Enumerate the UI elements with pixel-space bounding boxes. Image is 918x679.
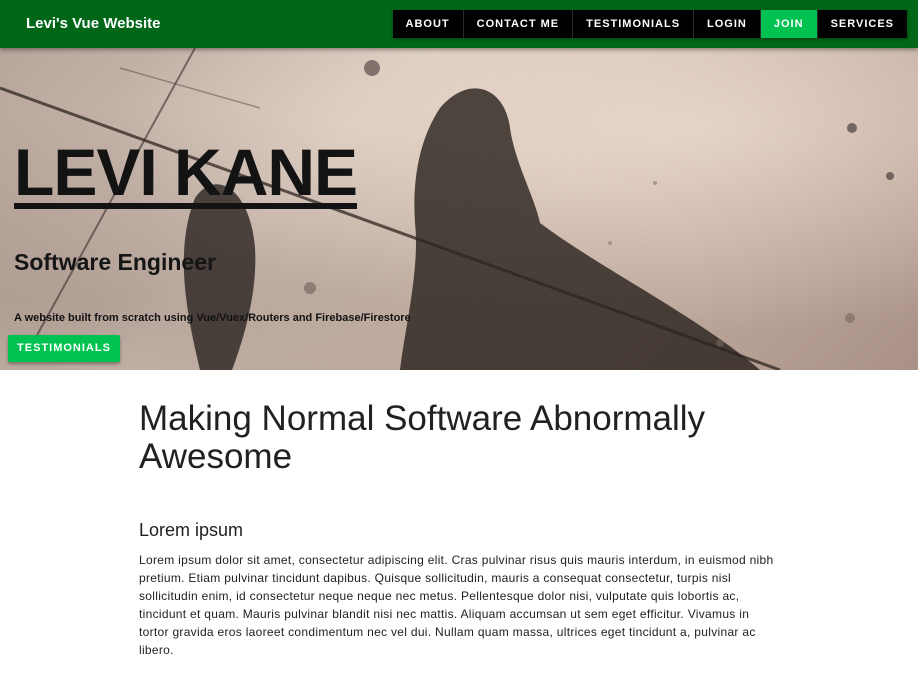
nav-testimonials-button[interactable]: TESTIMONIALS	[573, 10, 695, 38]
section-title: Lorem ipsum	[139, 520, 244, 540]
hero-title-underline	[14, 203, 357, 209]
hero-subtitle: Software Engineer	[14, 249, 216, 275]
nav-contact-button[interactable]: CONTACT ME	[463, 10, 574, 38]
nav-services-button[interactable]: SERVICES	[817, 10, 907, 38]
main-content: Making Normal Software Abnormally Awesom…	[139, 400, 779, 659]
page-headline: Making Normal Software Abnormally Awesom…	[139, 399, 706, 476]
hero-description: A website built from scratch using Vue/V…	[14, 312, 411, 324]
hero-title: LEVI KANE	[14, 135, 358, 209]
nav-join-button[interactable]: JOIN	[760, 10, 818, 38]
app-bar: Levi's Vue Website ABOUT CONTACT ME TEST…	[0, 0, 918, 48]
hero-testimonials-button[interactable]: TESTIMONIALS	[8, 335, 120, 362]
hero-banner: LEVI KANE Software Engineer A website bu…	[0, 48, 918, 370]
site-brand[interactable]: Levi's Vue Website	[26, 15, 160, 32]
body-paragraph: Lorem ipsum dolor sit amet, consectetur …	[139, 553, 774, 657]
nav-about-button[interactable]: ABOUT	[392, 10, 464, 38]
top-nav: ABOUT CONTACT ME TESTIMONIALS LOGIN JOIN…	[392, 10, 907, 38]
nav-login-button[interactable]: LOGIN	[694, 10, 761, 38]
